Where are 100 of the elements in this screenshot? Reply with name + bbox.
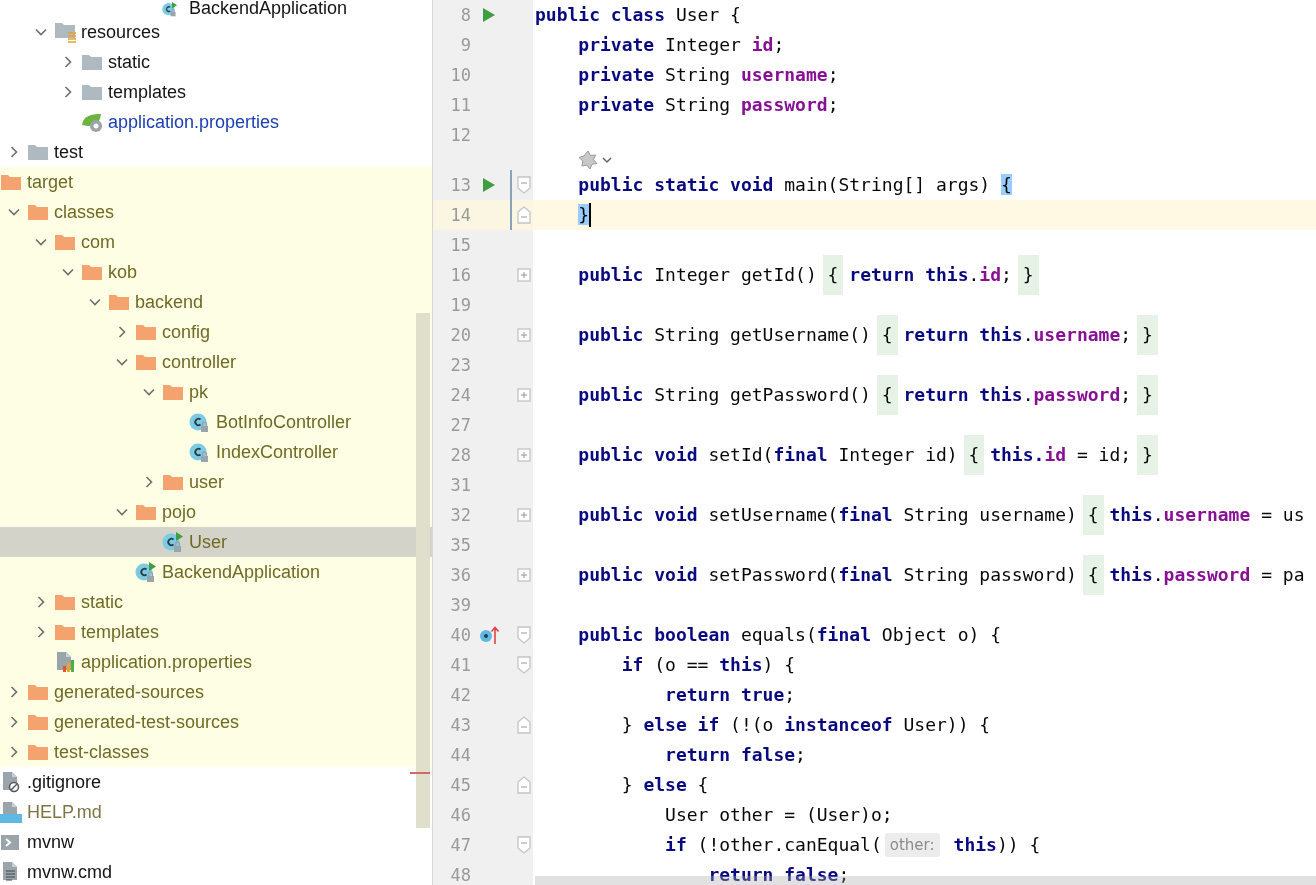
chevron-right-icon[interactable] [8,716,20,728]
tree-item[interactable]: BotInfoController [0,407,432,437]
chevron-down-icon[interactable] [8,206,20,218]
tree-item[interactable]: target [0,167,432,197]
code-line: public String getUsername() { return this.username; } [533,320,1153,350]
code-line: public String getPassword() { return this.password; } [533,380,1153,410]
tree-item[interactable]: test-classes [0,737,432,767]
chevron-right-icon[interactable] [35,626,47,638]
tree-item[interactable]: application.properties [0,647,432,677]
item-label: HELP.md [27,801,102,823]
item-label: generated-sources [54,681,205,703]
tree-item[interactable]: BackendApplication [0,557,432,587]
tree-item[interactable]: static [0,587,432,617]
scrollbar-thumb[interactable] [416,313,430,828]
chevron-right-icon[interactable] [8,746,20,758]
chevron-down-icon[interactable] [143,386,155,398]
item-label: controller [162,351,237,373]
tree-item[interactable]: .gitignore [0,767,432,797]
run-icon[interactable] [482,7,496,23]
fold-marker-icon[interactable] [517,715,531,735]
folder-icon [81,263,103,281]
line-number: 8 [459,5,471,25]
fold-marker-icon[interactable] [517,655,531,675]
line-number: 13 [449,175,471,195]
change-marker[interactable] [510,200,512,230]
folder-icon [81,53,103,71]
tree-item[interactable]: templates [0,77,432,107]
code-line: if (!other.canEqual( other: this)) { [664,832,1041,859]
line-number: 42 [449,685,471,705]
leaf-gear-icon [81,111,103,133]
chevron-down-icon[interactable] [601,154,613,166]
code-line: public void setUsername(final String username) { this.username = us [533,500,1305,530]
tree-item[interactable]: IndexController [0,437,432,467]
item-label: User [189,531,227,553]
chevron-right-icon[interactable] [35,596,47,608]
change-marker[interactable] [510,170,512,200]
tree-item[interactable]: generated-test-sources [0,707,432,737]
fold-marker-icon[interactable] [517,775,531,795]
tree-item[interactable]: config [0,317,432,347]
tree-item[interactable]: classes [0,197,432,227]
item-label: application.properties [108,111,280,133]
tree-item[interactable]: test [0,137,432,167]
tree-item[interactable]: HELP.md [0,797,432,827]
chevron-down-icon[interactable] [35,26,47,38]
line-number: 46 [449,805,471,825]
tree-item[interactable]: application.properties [0,107,432,137]
folder-icon [81,83,103,101]
chevron-right-icon[interactable] [62,86,74,98]
chevron-down-icon[interactable] [62,266,74,278]
tree-item[interactable]: user [0,467,432,497]
item-label: pojo [162,501,197,523]
tree-item[interactable]: pk [0,377,432,407]
chevron-right-icon[interactable] [116,326,128,338]
chevron-right-icon[interactable] [8,686,20,698]
runnable-class-icon [162,2,177,17]
folder-icon [108,293,130,311]
chevron-down-icon[interactable] [116,506,128,518]
folder-icon [54,623,76,641]
chevron-right-icon[interactable] [143,476,155,488]
tree-item[interactable]: User [0,527,432,557]
line-number: 32 [449,505,471,525]
item-label: mvnw.cmd [27,861,113,883]
tree-item[interactable]: backend [0,287,432,317]
fold-marker-icon[interactable] [517,205,531,225]
code-line: public void setPassword(final String password) { this.password = pa [533,560,1305,590]
line-number: 40 [449,625,471,645]
tree-item[interactable]: pojo [0,497,432,527]
tree-item[interactable]: kob [0,257,432,287]
folder-icon [0,173,22,191]
folder-icon [54,233,76,251]
tree-item[interactable]: templates [0,617,432,647]
item-label: pk [189,381,208,403]
chevron-down-icon[interactable] [35,236,47,248]
chevron-right-icon[interactable] [8,146,20,158]
folder-icon [135,353,157,371]
chevron-down-icon[interactable] [89,296,101,308]
tree-item[interactable]: static [0,47,432,77]
fold-marker-icon[interactable] [517,625,531,645]
tree-item[interactable]: resources [0,17,432,47]
tree-item[interactable]: mvnw [0,827,432,857]
code-line: private String password; [577,93,839,117]
tree-item[interactable]: mvnw.cmd [0,857,432,885]
tree-item[interactable]: generated-sources [0,677,432,707]
override-icon[interactable] [479,625,499,645]
code-line: public static void main(String[] args) { [577,173,1012,197]
line-number: 28 [449,445,471,465]
tree-item[interactable]: controller [0,347,432,377]
fold-marker-icon[interactable] [517,835,531,855]
item-label: .gitignore [27,771,102,793]
fold-marker-icon[interactable] [517,175,531,195]
code-line: public Integer getId() { return this.id; } [533,260,1034,290]
tree-item[interactable]: BackendApplication [0,0,432,17]
item-label: backend [135,291,204,313]
chevron-right-icon[interactable] [62,56,74,68]
chevron-down-icon[interactable] [116,356,128,368]
tree-item[interactable]: com [0,227,432,257]
code-vision-icon[interactable] [578,150,598,170]
markdown-file-icon [0,801,22,823]
run-icon[interactable] [482,177,496,193]
class-icon [189,411,209,433]
